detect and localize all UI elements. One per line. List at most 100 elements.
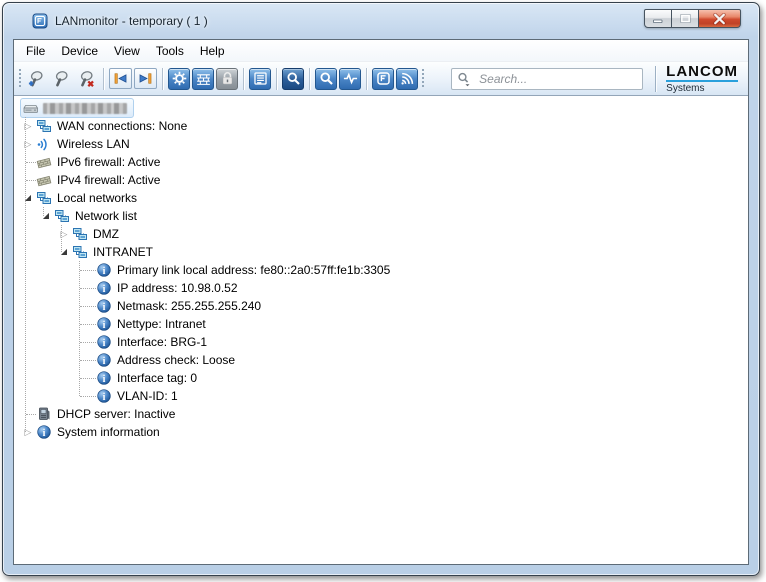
expand-arrow-icon[interactable]: ▷ [20, 136, 36, 152]
tree-indent [14, 216, 38, 217]
info-icon: i [96, 388, 112, 404]
tree-connector-line [80, 396, 96, 397]
accounting-button[interactable] [168, 68, 190, 90]
search-icon[interactable] [456, 71, 472, 87]
tree-item-label: Local networks [57, 191, 137, 205]
tree-item-device[interactable] [14, 99, 748, 117]
firewall-icon [36, 172, 52, 188]
tree-item-label: Netmask: 255.255.255.240 [117, 299, 261, 313]
attach-device-button[interactable] [25, 67, 48, 90]
search-input[interactable] [451, 68, 643, 90]
device-icon [23, 100, 39, 116]
toolbar-grip[interactable] [422, 69, 424, 89]
tree-indent [14, 378, 74, 379]
window-title: LANmonitor - temporary ( 1 ) [55, 14, 208, 28]
collapse-arrow-icon[interactable]: ◢ [38, 208, 54, 224]
collapse-arrow-icon[interactable]: ◢ [56, 244, 72, 260]
search-device-button[interactable] [315, 68, 337, 90]
tree-item-network-list[interactable]: ◢ Network list [14, 207, 748, 225]
lanmonitor-app-icon [375, 70, 392, 87]
info-icon: i [36, 424, 52, 440]
tree-connector-line [80, 342, 96, 343]
main-content: ▷WAN connections: None▷Wireless LANIPv6 … [14, 96, 748, 564]
tree-indent [14, 288, 74, 289]
lanmonitor-button[interactable] [372, 68, 394, 90]
tree-item-label: VLAN-ID: 1 [117, 389, 178, 403]
nav-previous-icon [112, 70, 129, 87]
tree-item-wireless-lan[interactable]: ▷ Wireless LAN [14, 135, 748, 153]
minimize-icon [652, 14, 664, 24]
tree-item-ip-address-10-98-0-52[interactable]: iIP address: 10.98.0.52 [14, 279, 748, 297]
collapse-arrow-icon[interactable]: ◢ [20, 190, 36, 206]
trace-magnifier-icon [285, 70, 302, 87]
tree-item-nettype-intranet[interactable]: iNettype: Intranet [14, 315, 748, 333]
svg-text:i: i [103, 302, 106, 313]
tree-item-interface-brg-1[interactable]: iInterface: BRG-1 [14, 333, 748, 351]
lancom-logo-brand: LANCOM [666, 64, 738, 79]
expand-arrow-icon[interactable]: ▷ [20, 118, 36, 134]
tree-item-label: IPv4 firewall: Active [57, 173, 160, 187]
tree-item-ipv6-firewall-active[interactable]: IPv6 firewall: Active [14, 153, 748, 171]
tree-item-ipv4-firewall-active[interactable]: IPv4 firewall: Active [14, 171, 748, 189]
lancom-logo-underline [666, 80, 738, 82]
next-device-button[interactable] [134, 68, 157, 89]
tree-item-label: Nettype: Intranet [117, 317, 206, 331]
tree-item-intranet[interactable]: ◢INTRANET [14, 243, 748, 261]
tree-connector-line [80, 288, 96, 289]
network-icon [36, 118, 52, 134]
minimize-button[interactable] [644, 9, 672, 28]
trace-button[interactable] [282, 68, 304, 90]
tree-indent [14, 396, 74, 397]
wlanmonitor-button[interactable] [396, 68, 418, 90]
tree-item-netmask-255-255-255-240[interactable]: i Netmask: 255.255.255.240 [14, 297, 748, 315]
tree-item-local-networks[interactable]: ◢ Local networks [14, 189, 748, 207]
lock-button[interactable] [216, 68, 238, 90]
lanmonitor-app-icon[interactable] [32, 13, 48, 29]
tree-connector-line [61, 225, 62, 252]
menu-item-device[interactable]: Device [53, 41, 106, 61]
svg-text:i: i [103, 338, 106, 349]
menubar: FileDeviceViewToolsHelp [14, 40, 748, 62]
tree-item-wan-connections-none[interactable]: ▷WAN connections: None [14, 117, 748, 135]
maximize-button[interactable] [672, 9, 699, 28]
detach-device-button[interactable] [75, 67, 98, 90]
toolbar: LANCOM Systems [14, 62, 748, 96]
nav-next-icon [137, 70, 154, 87]
tree-item-dhcp-server-inactive[interactable]: DHCP server: Inactive [14, 405, 748, 423]
tree-item-system-information[interactable]: ▷iSystem information [14, 423, 748, 441]
client-area: FileDeviceViewToolsHelp LANCOM Systems ▷… [13, 39, 749, 565]
close-button[interactable] [699, 9, 741, 28]
tree-connector-line [43, 207, 44, 216]
menu-item-view[interactable]: View [106, 41, 148, 61]
expand-arrow-icon[interactable]: ▷ [56, 226, 72, 242]
menu-item-tools[interactable]: Tools [148, 41, 192, 61]
menu-item-file[interactable]: File [18, 41, 53, 61]
tree-item-interface-tag-0[interactable]: iInterface tag: 0 [14, 369, 748, 387]
tree-item-vlan-id-1[interactable]: i VLAN-ID: 1 [14, 387, 748, 405]
tree-item-primary-link-local-address-fe80-2a0-57ff-f[interactable]: iPrimary link local address: fe80::2a0:5… [14, 261, 748, 279]
toolbar-separator [162, 68, 163, 90]
info-icon: i [96, 370, 112, 386]
tree-item-label: Wireless LAN [57, 137, 130, 151]
zoom-magnifier-icon [318, 70, 335, 87]
tree-item-dmz[interactable]: ▷DMZ [14, 225, 748, 243]
graphs-button[interactable] [339, 68, 361, 90]
tree-indent [14, 270, 74, 271]
tree-item-address-check-loose[interactable]: iAddress check: Loose [14, 351, 748, 369]
info-icon: i [96, 280, 112, 296]
activity-log-button[interactable] [249, 68, 271, 90]
tree-indent [14, 306, 74, 307]
padlock-icon [219, 70, 236, 87]
expand-arrow-icon[interactable]: ▷ [20, 424, 36, 440]
firewall-events-button[interactable] [192, 68, 214, 90]
previous-device-button[interactable] [109, 68, 132, 89]
tree-indent [14, 180, 20, 181]
menu-item-help[interactable]: Help [192, 41, 233, 61]
toolbar-grip[interactable] [19, 69, 21, 89]
tree-item-label: Primary link local address: fe80::2a0:57… [117, 263, 390, 277]
find-device-button[interactable] [50, 67, 73, 90]
tree-item-label: Network list [75, 209, 137, 223]
info-icon: i [96, 352, 112, 368]
tree-connector-line [80, 306, 96, 307]
titlebar[interactable]: LANmonitor - temporary ( 1 ) [3, 3, 759, 39]
